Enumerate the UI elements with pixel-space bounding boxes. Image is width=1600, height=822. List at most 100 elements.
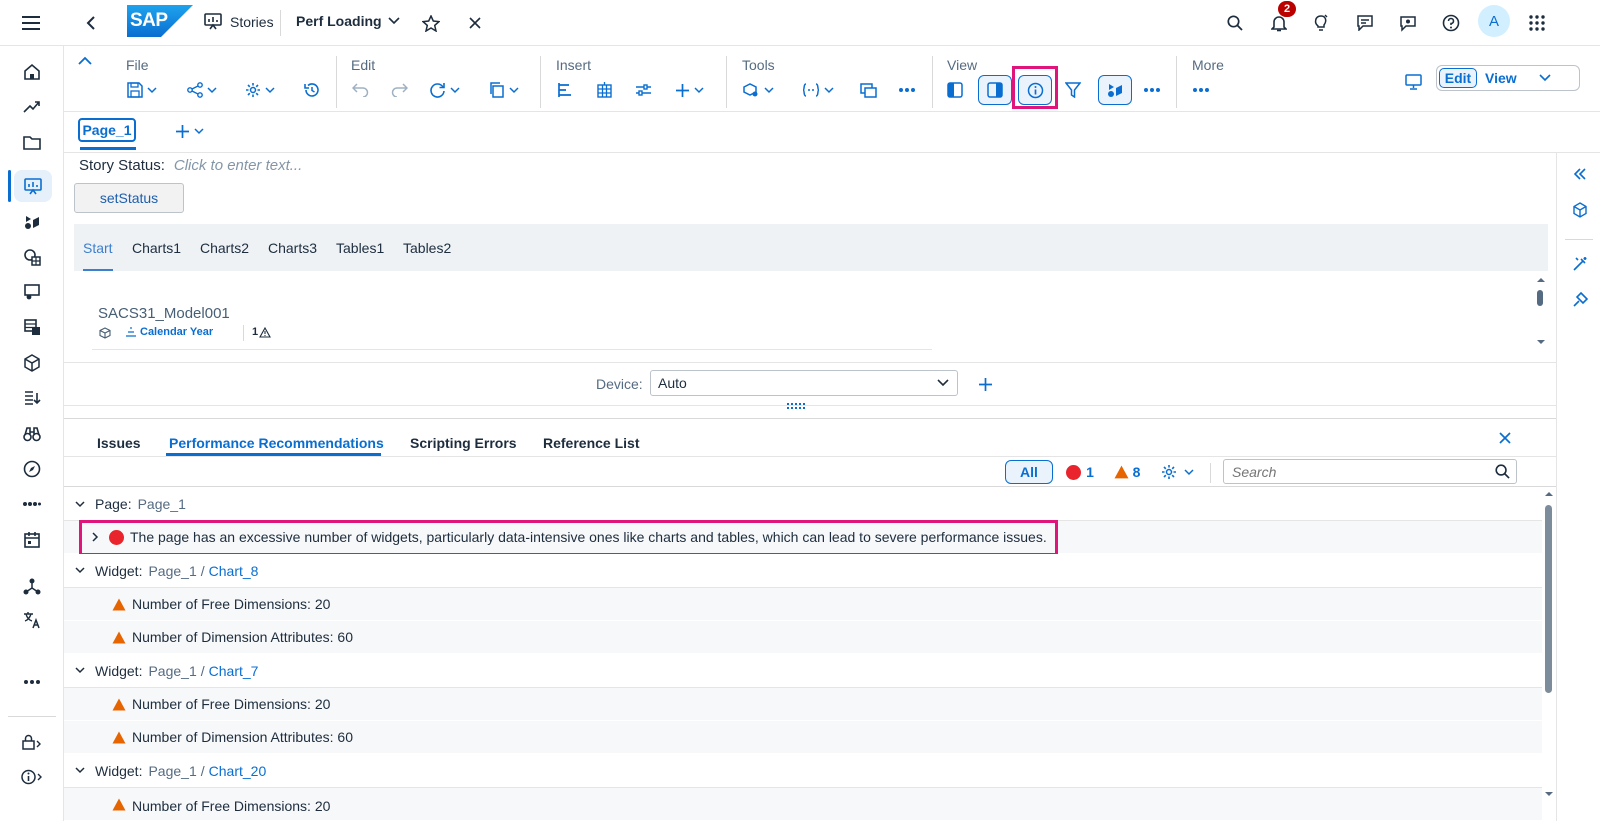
tab-charts3[interactable]: Charts3: [268, 240, 317, 256]
chevron-down-icon[interactable]: [75, 500, 85, 508]
digital-boardroom-icon[interactable]: [18, 278, 46, 306]
add-page-button[interactable]: [175, 121, 215, 141]
warning-row[interactable]: Number of Dimension Attributes: 60: [64, 621, 1542, 654]
device-preview-button[interactable]: [1400, 67, 1426, 97]
group-row-widget-chart-7[interactable]: Widget: Page_1 / Chart_7: [64, 654, 1542, 688]
analytic-application-icon[interactable]: [18, 208, 46, 236]
panel-settings-menu-button[interactable]: [1154, 460, 1202, 484]
tools-menu-button[interactable]: [738, 75, 778, 105]
widget-warning-indicator[interactable]: 1: [252, 326, 272, 338]
page-tab-page-1[interactable]: Page_1: [78, 118, 136, 142]
list-scrollbar[interactable]: [1542, 489, 1556, 822]
version-history-button[interactable]: [298, 75, 324, 105]
group-row-widget-chart-20[interactable]: Widget: Page_1 / Chart_20: [64, 754, 1542, 788]
panel-resize-handle[interactable]: [786, 402, 806, 411]
story-title-dropdown[interactable]: Perf Loading: [296, 13, 400, 29]
modeler-cube-icon[interactable]: [18, 349, 46, 377]
tab-charts2[interactable]: Charts2: [200, 240, 249, 256]
overlay-button[interactable]: [855, 75, 881, 105]
user-avatar[interactable]: A: [1478, 5, 1510, 37]
story-status-input[interactable]: Click to enter text...: [174, 157, 302, 174]
undo-button[interactable]: [347, 75, 373, 105]
system-info-icon[interactable]: [18, 763, 46, 791]
widget-link-chart-20[interactable]: Chart_20: [209, 763, 267, 779]
data-integration-icon[interactable]: [18, 384, 46, 412]
filter-button[interactable]: [1060, 75, 1086, 105]
list-scrollbar-thumb[interactable]: [1545, 505, 1552, 693]
collapse-toolbar-chevron-up-icon[interactable]: [78, 56, 96, 70]
share-menu-button[interactable]: [182, 75, 222, 105]
filter-errors-button[interactable]: 1: [1057, 460, 1103, 484]
translation-icon[interactable]: [18, 606, 46, 634]
group-row-page[interactable]: Page: Page_1: [64, 488, 1542, 521]
left-panel-toggle-button[interactable]: [942, 75, 968, 105]
tab-reference-list[interactable]: Reference List: [543, 435, 639, 451]
filter-all-button[interactable]: All: [1005, 460, 1053, 484]
close-story-icon[interactable]: [460, 8, 490, 38]
edit-mode-button[interactable]: Edit: [1439, 68, 1477, 88]
linked-analysis-toggle-button[interactable]: [1098, 75, 1132, 105]
back-icon[interactable]: [76, 8, 106, 38]
community-icon[interactable]: [1393, 8, 1423, 38]
device-select[interactable]: Auto: [650, 370, 958, 396]
more-menu-button[interactable]: [1188, 75, 1214, 105]
tab-start[interactable]: Start: [83, 240, 113, 256]
close-panel-icon[interactable]: [1494, 427, 1516, 449]
stories-app-link[interactable]: Stories: [204, 13, 274, 30]
sap-logo[interactable]: SAP: [127, 5, 193, 37]
view-mode-dropdown[interactable]: View: [1485, 68, 1577, 88]
compass-icon[interactable]: [18, 455, 46, 483]
add-device-button[interactable]: [974, 373, 996, 395]
help-icon[interactable]: [1436, 8, 1466, 38]
scripting-menu-button[interactable]: [798, 75, 838, 105]
canvas-scrollbar-thumb[interactable]: [1537, 290, 1543, 306]
expand-panel-double-chevron-icon[interactable]: [1569, 163, 1591, 185]
redo-button[interactable]: [386, 75, 412, 105]
save-menu-button[interactable]: [122, 75, 162, 105]
data-analyzer-icon[interactable]: [18, 243, 46, 271]
connections-icon[interactable]: [18, 572, 46, 600]
calendar-year-filter[interactable]: Calendar Year: [125, 326, 213, 338]
home-icon[interactable]: [18, 58, 46, 86]
insert-table-button[interactable]: [591, 75, 617, 105]
widget-link-chart-8[interactable]: Chart_8: [209, 563, 259, 579]
product-switch-grid-icon[interactable]: [1522, 8, 1552, 38]
filter-warnings-button[interactable]: 8: [1106, 460, 1148, 484]
chevron-down-icon[interactable]: [75, 667, 85, 674]
datasets-icon[interactable]: [18, 313, 46, 341]
tab-scripting-errors[interactable]: Scripting Errors: [410, 435, 517, 451]
security-lock-icon[interactable]: [18, 728, 46, 756]
model-widget-header[interactable]: SACS31_Model001 Calendar Year 1: [92, 305, 932, 350]
more-options-icon[interactable]: [18, 668, 46, 696]
favorite-star-icon[interactable]: [416, 8, 446, 38]
warning-row[interactable]: Number of Dimension Attributes: 60: [64, 721, 1542, 754]
folder-icon[interactable]: [18, 128, 46, 156]
warning-row[interactable]: Number of Free Dimensions: 20: [64, 688, 1542, 721]
styling-tools-icon[interactable]: [1569, 253, 1591, 275]
format-paint-icon[interactable]: [1569, 289, 1591, 311]
chevron-down-icon[interactable]: [75, 767, 85, 774]
tab-tables2[interactable]: Tables2: [403, 240, 451, 256]
right-panel-toggle-button[interactable]: [978, 75, 1012, 105]
search-input[interactable]: [1232, 463, 1495, 480]
refresh-menu-button[interactable]: [424, 75, 464, 105]
feedback-chat-icon[interactable]: [1350, 8, 1380, 38]
tab-tables1[interactable]: Tables1: [336, 240, 384, 256]
insert-chart-button[interactable]: [552, 75, 578, 105]
builder-cube-icon[interactable]: [1569, 199, 1591, 221]
view-more-button[interactable]: [1139, 75, 1165, 105]
settings-menu-button[interactable]: [240, 75, 280, 105]
chevron-down-icon[interactable]: [75, 567, 85, 574]
warning-row[interactable]: Number of Free Dimensions: 20: [64, 788, 1542, 821]
calendar-icon[interactable]: [18, 526, 46, 554]
search-icon[interactable]: [1495, 464, 1510, 479]
info-panel-toggle-button[interactable]: [1018, 75, 1052, 105]
widget-link-chart-7[interactable]: Chart_7: [209, 663, 259, 679]
tab-charts1[interactable]: Charts1: [132, 240, 181, 256]
insert-input-control-button[interactable]: [630, 75, 656, 105]
group-row-widget-chart-8[interactable]: Widget: Page_1 / Chart_8: [64, 554, 1542, 588]
tools-more-button[interactable]: [894, 75, 920, 105]
set-status-button[interactable]: setStatus: [74, 183, 184, 213]
notifications-bell-icon[interactable]: 2: [1264, 1, 1296, 38]
hamburger-menu-icon[interactable]: [16, 8, 46, 38]
